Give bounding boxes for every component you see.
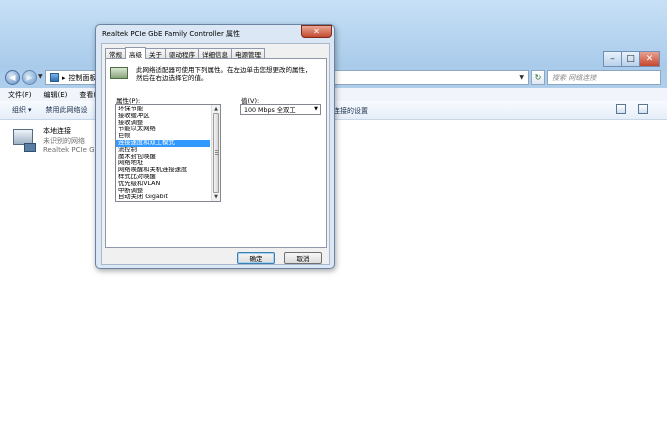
breadcrumb-separator-icon: ▸ <box>62 73 66 82</box>
chevron-down-icon: ▼ <box>314 106 318 112</box>
organize-label: 组织 <box>12 106 26 114</box>
history-dropdown-icon[interactable]: ▼ <box>38 73 43 80</box>
window-controls: – □ ✕ <box>603 51 660 67</box>
chevron-down-icon: ▾ <box>28 106 32 114</box>
property-item[interactable]: 节能以太网络 <box>116 126 210 133</box>
back-arrow-icon[interactable]: ◀ <box>5 70 20 85</box>
disable-device-button[interactable]: 禁用此网络设 <box>46 105 88 115</box>
maximize-button[interactable]: □ <box>621 51 639 67</box>
tab-advanced[interactable]: 高级 <box>125 47 146 59</box>
property-items: 环保节能 接收缓冲区 接收调整 节能以太网络 巨帧 连接速度和双工模式 流控制 … <box>116 106 210 201</box>
property-item[interactable]: 流控制 <box>116 147 210 154</box>
property-item[interactable]: 中断调整 <box>116 188 210 195</box>
menu-file[interactable]: 文件(F) <box>8 90 32 100</box>
refresh-icon[interactable]: ↻ <box>531 70 545 85</box>
property-listbox[interactable]: 环保节能 接收缓冲区 接收调整 节能以太网络 巨帧 连接速度和双工模式 流控制 … <box>115 104 221 202</box>
ok-button[interactable]: 确定 <box>237 252 275 264</box>
change-settings-button[interactable]: 连接的设置 <box>333 106 368 116</box>
disable-label: 禁用此网络设 <box>45 106 88 114</box>
cancel-button[interactable]: 取消 <box>284 252 322 264</box>
search-input[interactable]: 搜索 网络连接 <box>547 70 661 85</box>
advanced-tab-panel: 此网络适配器可使用下列属性。在左边单击您想更改的属性， 然后在右边选择它的值。 … <box>105 58 327 248</box>
preview-pane-icon[interactable] <box>638 104 648 114</box>
description-line-2: 然后在右边选择它的值。 <box>136 74 208 82</box>
property-scrollbar[interactable]: ▲ ▼ <box>211 105 220 201</box>
property-item[interactable]: 巨帧 <box>116 133 210 140</box>
scroll-up-icon[interactable]: ▲ <box>212 105 220 113</box>
network-adapter-icon <box>11 127 38 154</box>
control-panel-icon <box>50 73 59 82</box>
forward-arrow-icon[interactable]: ▶ <box>22 70 37 85</box>
scroll-down-icon[interactable]: ▼ <box>212 193 220 201</box>
property-item[interactable]: 环保节能 <box>116 106 210 113</box>
property-item[interactable]: 网络地址 <box>116 160 210 167</box>
organize-button[interactable]: 组织 ▾ <box>12 105 32 115</box>
address-dropdown-icon[interactable]: ▼ <box>519 74 524 81</box>
value-selected: 100 Mbps 全双工 <box>244 107 296 114</box>
property-item[interactable]: 自动关闭 Gigabit <box>116 194 210 201</box>
adapter-name: 本地连接 <box>43 127 71 135</box>
network-card-icon <box>110 64 132 83</box>
close-window-button[interactable]: ✕ <box>639 51 660 67</box>
close-icon[interactable]: ✕ <box>301 25 332 38</box>
dialog-title: Realtek PCIe GbE Family Controller 属性 <box>102 30 241 38</box>
property-item[interactable]: 接收调整 <box>116 120 210 127</box>
property-item[interactable]: 接收缓冲区 <box>116 113 210 120</box>
property-item[interactable]: 连接速度和双工模式 <box>116 139 210 147</box>
breadcrumb-control-panel[interactable]: 控制面板 <box>69 73 97 83</box>
scroll-thumb[interactable] <box>213 113 219 193</box>
property-item[interactable]: 优先级和VLAN <box>116 181 210 188</box>
property-item[interactable]: 网络唤醒和关机连接速度 <box>116 167 210 174</box>
property-item[interactable]: 样式比对唤醒 <box>116 174 210 181</box>
adapter-status: 未识别的网络 <box>43 137 85 145</box>
properties-dialog: Realtek PCIe GbE Family Controller 属性 ✕ … <box>95 24 335 269</box>
dialog-body: 常规 高级 关于 驱动程序 详细信息 电源管理 此网络适配器可使用下列属性。在左… <box>101 43 330 265</box>
search-placeholder: 搜索 网络连接 <box>552 73 597 82</box>
change-view-icon[interactable] <box>616 104 626 114</box>
view-controls <box>616 104 648 114</box>
minimize-button[interactable]: – <box>603 51 621 67</box>
value-dropdown[interactable]: 100 Mbps 全双工 ▼ <box>240 104 321 115</box>
menu-edit[interactable]: 编辑(E) <box>44 90 68 100</box>
adapter-description: Realtek PCIe GB <box>43 146 100 154</box>
property-item[interactable]: 魔术封包唤醒 <box>116 154 210 161</box>
